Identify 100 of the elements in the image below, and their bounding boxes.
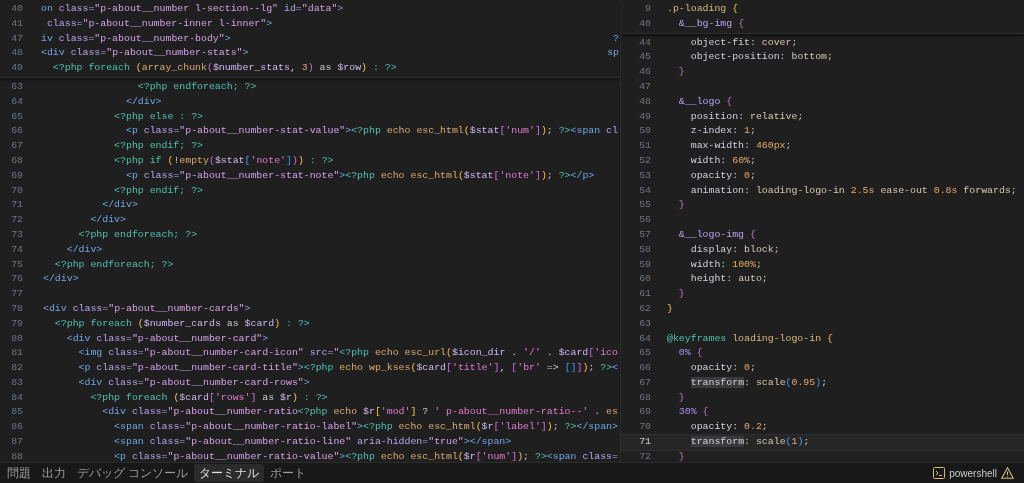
code-line: .p-loading {	[667, 1, 739, 16]
code-fragment: sp	[607, 46, 620, 61]
code-line: display: block;	[689, 242, 780, 257]
line-number: 56	[639, 213, 651, 228]
code-line: }	[677, 449, 685, 464]
line-number: 66	[11, 124, 23, 139]
line-number: 64	[639, 331, 651, 346]
line-number: 79	[11, 316, 23, 331]
code-line: <?php if (!empty($stat['note'])) : ?>	[113, 153, 334, 168]
line-number: 87	[11, 435, 23, 450]
line-number: 40	[639, 16, 651, 31]
code-line: 0% {	[677, 346, 703, 361]
panel-tab[interactable]: 問題	[2, 464, 36, 482]
panel-tab[interactable]: ターミナル	[194, 464, 265, 482]
warning-icon[interactable]	[1001, 467, 1014, 479]
line-number: 63	[11, 79, 23, 94]
code-line: }	[677, 390, 685, 405]
line-number: 60	[639, 272, 651, 287]
line-number: 68	[11, 153, 23, 168]
code-line: <?php endforeach; ?>	[53, 257, 174, 272]
line-number: 44	[639, 35, 651, 50]
code-line: object-fit: cover;	[689, 35, 798, 50]
code-line: transform: scale(1);	[689, 435, 810, 450]
line-number: 67	[11, 139, 23, 154]
line-number: 55	[639, 198, 651, 213]
code-line: <?php foreach (array_chunk($number_stats, 3) as $row) : ?>	[51, 61, 397, 76]
line-number: 54	[639, 183, 651, 198]
code-line: </div>	[43, 272, 79, 287]
code-line: class="p-about__number-inner l-inner">	[45, 16, 273, 31]
code-line: &__logo-img {	[677, 227, 756, 242]
line-number: 88	[11, 449, 23, 464]
line-number: 66	[639, 361, 651, 376]
code-line: </div>	[101, 198, 138, 213]
code-line: position: relative;	[689, 109, 804, 124]
line-number: 49	[11, 61, 23, 76]
code-line: opacity: 0;	[689, 168, 756, 183]
line-number: 46	[639, 65, 651, 80]
code-line: animation: loading-logo-in 2.5s ease-out 0.8s forwards;	[689, 183, 1017, 198]
line-number: 53	[639, 168, 651, 183]
line-number: 61	[639, 287, 651, 302]
code-line: height: auto;	[689, 272, 768, 287]
line-number: 62	[639, 301, 651, 316]
line-number: 80	[11, 331, 23, 346]
line-number: 48	[11, 46, 23, 61]
code-line: }	[667, 301, 673, 316]
line-number: 70	[639, 420, 651, 435]
code-fragment: ?	[613, 31, 620, 46]
code-line: <p class="p-about__number-ratio-value"><?php echo esc_html($r['num']); ?><span class=	[113, 449, 618, 464]
line-number: 83	[11, 375, 23, 390]
terminal-name[interactable]: powershell	[949, 465, 997, 481]
line-number: 63	[639, 316, 651, 331]
line-number: 82	[11, 361, 23, 376]
line-number: 67	[639, 375, 651, 390]
code-line: width: 100%;	[689, 257, 762, 272]
line-number: 47	[639, 79, 651, 94]
line-number: 85	[11, 405, 23, 420]
terminal-icon	[933, 467, 946, 479]
code-line: <div class="p-about__number-card-rows">	[77, 375, 310, 390]
code-line: <?php endif; ?>	[113, 139, 203, 154]
line-number: 84	[11, 390, 23, 405]
line-number: 41	[11, 16, 23, 31]
code-line: <?php foreach ($number_cards as $card) : ?>	[53, 316, 310, 331]
code-line: </div>	[124, 94, 162, 109]
code-line: z-index: 1;	[689, 124, 756, 139]
line-number: 65	[639, 346, 651, 361]
code-line: }	[677, 65, 685, 80]
line-number: 71	[639, 435, 651, 450]
line-number: 72	[11, 213, 23, 228]
panel-tab[interactable]: デバッグ コンソール	[72, 464, 194, 482]
code-line: <p class="p-about__number-stat-value"><?php echo esc_html($stat['num']); ?><span cl	[124, 124, 618, 139]
code-line: <p class="p-about__number-card-title"><?php echo wp_kses($card['title'], ['br' => []]); ?><	[77, 361, 619, 376]
line-number: 9	[645, 1, 651, 16]
line-number: 76	[11, 272, 23, 287]
code-line: opacity: 0.2;	[689, 420, 768, 435]
code-line: <div class="p-about__number-stats">	[41, 46, 249, 61]
code-line: <?php foreach ($card['rows'] as $r) : ?>	[89, 390, 328, 405]
code-line: <span class="p-about__number-ratio-label"><?php echo esc_html($r['label']); ?></span>	[113, 420, 618, 435]
code-line: width: 60%;	[689, 153, 756, 168]
code-line: }	[677, 198, 685, 213]
code-line: <?php endforeach; ?>	[77, 227, 198, 242]
line-number: 59	[639, 257, 651, 272]
line-number: 40	[11, 1, 23, 16]
panel-tab[interactable]: ポート	[265, 464, 312, 482]
line-number: 73	[11, 227, 23, 242]
line-number: 74	[11, 242, 23, 257]
code-line: &__logo {	[677, 94, 733, 109]
code-line: &__bg-img {	[677, 16, 745, 31]
line-number: 48	[639, 94, 651, 109]
line-number: 68	[639, 390, 651, 405]
code-line: object-position: bottom;	[689, 50, 833, 65]
line-number: 52	[639, 153, 651, 168]
code-line: <div class="p-about__number-card">	[65, 331, 269, 346]
line-number: 72	[639, 449, 651, 464]
line-number: 65	[11, 109, 23, 124]
code-line: }	[677, 287, 685, 302]
code-line: iv class="p-about__number-body">	[41, 31, 231, 46]
panel-tab[interactable]: 出力	[37, 464, 71, 482]
line-number: 57	[639, 227, 651, 242]
line-number: 71	[11, 198, 23, 213]
line-number: 69	[11, 168, 23, 183]
